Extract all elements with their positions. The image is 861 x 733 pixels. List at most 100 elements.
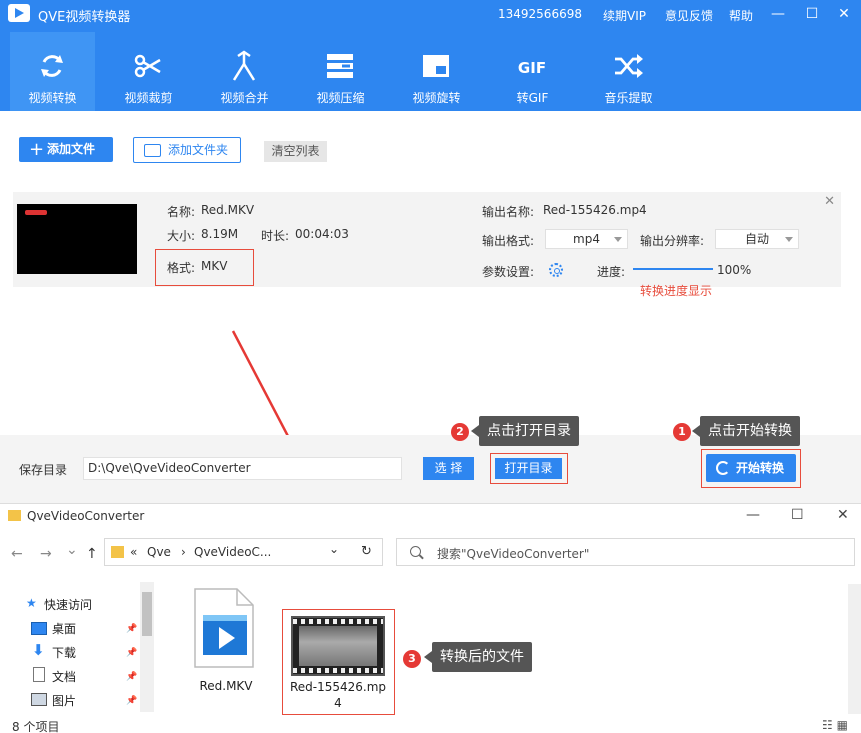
nav-video-trim[interactable]: 视频裁剪 xyxy=(106,32,191,111)
add-file-label: 添加文件 xyxy=(47,142,96,156)
output-format-select[interactable]: mp4 xyxy=(545,229,628,249)
save-dir-label: 保存目录 xyxy=(19,463,68,477)
explorer-close-button[interactable]: ✕ xyxy=(837,507,849,523)
refresh-icon[interactable]: ↻ xyxy=(361,544,372,559)
account-phone[interactable]: 13492566698 xyxy=(498,7,582,21)
refresh-icon xyxy=(41,55,63,77)
open-dir-button[interactable]: 打开目录 xyxy=(495,458,562,479)
maximize-button[interactable]: ☐ xyxy=(802,4,822,24)
breadcrumb-current[interactable]: QveVideoC... xyxy=(194,545,271,559)
output-name-label: 输出名称: xyxy=(482,205,535,219)
rotate-icon xyxy=(423,55,449,77)
view-toggle-icons[interactable]: ☷ ▦ xyxy=(822,718,848,732)
add-file-button[interactable]: + 添加文件 xyxy=(19,137,113,162)
scrollbar-thumb[interactable] xyxy=(142,592,152,636)
file-format: MKV xyxy=(201,259,228,273)
folder-icon xyxy=(144,144,161,157)
feedback-link[interactable]: 意见反馈 xyxy=(665,7,713,24)
breadcrumb-overflow[interactable]: « xyxy=(130,545,137,559)
callout-open-dir: 点击打开目录 xyxy=(471,416,579,446)
up-arrow-icon[interactable]: ↑ xyxy=(86,546,98,562)
pin-icon[interactable]: 📌 xyxy=(126,672,137,682)
search-input[interactable]: 搜索"QveVideoConverter" xyxy=(396,538,855,566)
file-duration: 00:04:03 xyxy=(295,227,349,241)
step-badge-3: 3 xyxy=(403,650,421,668)
app-header: QVE视频转换器 13492566698 续期VIP 意见反馈 帮助 — ☐ ✕… xyxy=(0,0,861,111)
chevron-down-icon xyxy=(614,237,622,242)
minimize-button[interactable]: — xyxy=(768,4,788,24)
sidebar-item-pictures[interactable]: 图片 xyxy=(52,692,76,709)
add-folder-label: 添加文件夹 xyxy=(168,143,229,157)
thumbnail-image xyxy=(299,626,377,666)
pin-icon[interactable]: 📌 xyxy=(126,696,137,706)
gif-icon-text: GIF xyxy=(518,59,546,77)
output-format-value: mp4 xyxy=(573,232,600,246)
select-dir-button[interactable]: 选 择 xyxy=(423,457,474,480)
file-name-mp4-wrap: 4 xyxy=(334,696,342,710)
progress-fill xyxy=(633,268,713,270)
app-title: QVE视频转换器 xyxy=(38,10,131,25)
progress-label: 进度: xyxy=(597,265,626,279)
format-label: 格式: xyxy=(167,261,196,275)
sidebar-scrollbar[interactable] xyxy=(140,582,154,712)
nav-video-rotate[interactable]: 视频旋转 xyxy=(394,32,479,111)
chevron-down-icon xyxy=(785,237,793,242)
file-explorer-window: QveVideoConverter — ☐ ✕ ← → ⌄ ↑ « Qve › … xyxy=(0,503,861,733)
sidebar-item-quick-access[interactable]: 快速访问 xyxy=(44,596,92,613)
search-icon xyxy=(410,546,421,557)
pictures-icon xyxy=(31,693,47,706)
file-name-mkv[interactable]: Red.MKV xyxy=(186,679,266,693)
duration-label: 时长: xyxy=(261,229,290,243)
step-badge-2: 2 xyxy=(451,423,469,441)
progress-annotation: 转换进度显示 xyxy=(640,284,713,298)
chevron-down-icon[interactable]: ⌄ xyxy=(329,542,339,556)
add-folder-button[interactable]: 添加文件夹 xyxy=(133,137,241,163)
size-label: 大小: xyxy=(167,229,196,243)
help-link[interactable]: 帮助 xyxy=(729,7,753,24)
pin-icon[interactable]: 📌 xyxy=(126,648,137,658)
nav-label: 视频裁剪 xyxy=(124,91,173,105)
close-button[interactable]: ✕ xyxy=(834,4,854,24)
sidebar-item-desktop[interactable]: 桌面 xyxy=(52,620,76,637)
converted-file-highlight-box[interactable]: Red-155426.mp 4 xyxy=(282,609,395,715)
folder-icon xyxy=(111,546,124,558)
renew-vip-link[interactable]: 续期VIP xyxy=(603,7,646,24)
explorer-minimize-button[interactable]: — xyxy=(746,507,760,523)
output-name[interactable]: Red-155426.mp4 xyxy=(543,203,647,217)
name-label: 名称: xyxy=(167,205,196,219)
nav-label: 视频转换 xyxy=(28,91,77,105)
search-placeholder: 搜索"QveVideoConverter" xyxy=(437,547,590,561)
clear-list-button[interactable]: 清空列表 xyxy=(264,141,327,162)
nav-video-compress[interactable]: 视频压缩 xyxy=(298,32,383,111)
breadcrumb-qve[interactable]: Qve xyxy=(147,545,171,559)
folder-icon xyxy=(8,510,21,521)
nav-to-gif[interactable]: GIF 转GIF xyxy=(490,32,575,111)
gear-icon[interactable] xyxy=(549,263,563,277)
remove-file-icon[interactable]: ✕ xyxy=(824,194,835,209)
address-bar[interactable]: « Qve › QveVideoC... ⌄ ↻ xyxy=(104,538,383,566)
pin-icon[interactable]: 📌 xyxy=(126,624,137,634)
nav-video-convert[interactable]: 视频转换 xyxy=(10,32,95,111)
open-dir-highlight-box: 打开目录 xyxy=(490,453,568,484)
resolution-label: 输出分辨率: xyxy=(640,234,705,248)
start-highlight-box: 开始转换 xyxy=(701,449,801,488)
callout-converted-file: 转换后的文件 xyxy=(424,642,532,672)
sidebar-item-documents[interactable]: 文档 xyxy=(52,668,76,685)
file-name: Red.MKV xyxy=(201,203,255,217)
nav-video-merge[interactable]: 视频合并 xyxy=(202,32,287,111)
breadcrumb-separator: › xyxy=(181,545,186,559)
start-convert-button[interactable]: 开始转换 xyxy=(706,454,796,482)
document-icon xyxy=(33,667,45,682)
content-scrollbar[interactable] xyxy=(848,584,861,714)
video-thumbnail-icon xyxy=(291,616,385,676)
save-dir-input[interactable]: D:\Qve\QveVideoConverter xyxy=(83,457,402,480)
file-name-mp4: Red-155426.mp xyxy=(289,680,387,694)
video-file-icon[interactable] xyxy=(193,587,255,669)
forward-arrow-icon[interactable]: → xyxy=(40,546,52,562)
nav-music-extract[interactable]: 音乐提取 xyxy=(586,32,671,111)
sidebar-item-downloads[interactable]: 下载 xyxy=(52,644,76,661)
explorer-maximize-button[interactable]: ☐ xyxy=(791,507,804,523)
back-arrow-icon[interactable]: ← xyxy=(11,546,23,562)
recent-locations-icon[interactable]: ⌄ xyxy=(66,542,78,558)
resolution-select[interactable]: 自动 xyxy=(715,229,799,249)
